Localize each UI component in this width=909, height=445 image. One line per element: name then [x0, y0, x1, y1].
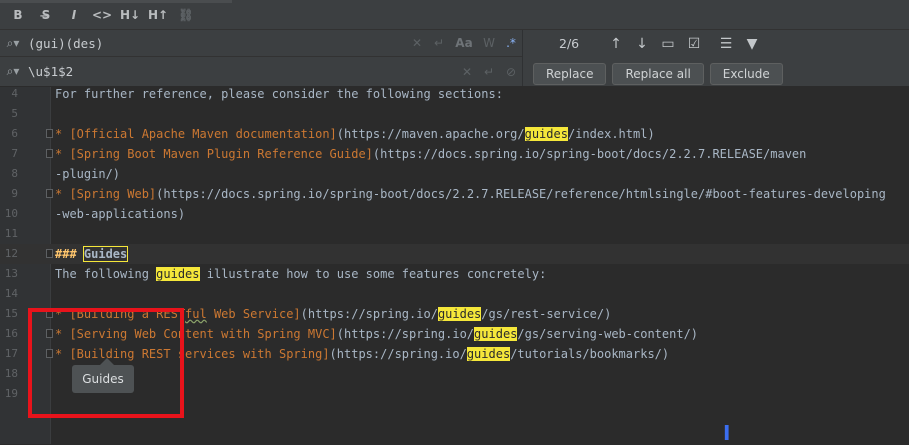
line-text: * [Spring Boot Maven Plugin Reference Gu… [55, 147, 807, 161]
search-input[interactable]: (gui)(des) [26, 36, 406, 51]
line-number: 13 [4, 267, 18, 280]
heading-decrease-button[interactable]: H↓ [118, 3, 142, 27]
navigation-icons: ↑ ↓ ▭ ☑ ☰ ▼ [605, 34, 763, 54]
replace-row: ⌕▾ \u$1$2 ✕ ↵ ⊘ [0, 58, 522, 85]
fold-marker-icon[interactable] [46, 189, 53, 198]
previous-occurrence-icon[interactable]: ↑ [605, 34, 627, 54]
bold-button[interactable]: B [6, 3, 30, 27]
line-number: 17 [4, 347, 18, 360]
words-icon[interactable]: W [478, 36, 500, 50]
replace-button[interactable]: Replace [533, 63, 607, 85]
text-cursor-icon: I [723, 421, 731, 445]
match-count: 2/6 [559, 36, 580, 51]
line-text: ### Guides [55, 246, 129, 262]
match-case-icon[interactable]: Aa [450, 36, 478, 50]
line-number: 12 [4, 247, 18, 260]
code-line[interactable]: 9 * [Spring Web](https://docs.spring.io/s… [0, 184, 909, 204]
replace-preview-tooltip: Guides [72, 358, 134, 393]
line-number: 11 [4, 227, 18, 240]
exclude-button[interactable]: Exclude [709, 63, 783, 85]
tooltip-arrow [100, 358, 114, 365]
find-replace-panel: ⌕▾ (gui)(des) ✕ ↵ Aa W .* ⌕▾ \u$1$2 ✕ ↵ … [0, 30, 909, 87]
fold-marker-icon[interactable] [46, 149, 53, 158]
fold-marker-icon[interactable] [46, 249, 53, 258]
editor[interactable]: 4 For further reference, please consider … [0, 87, 909, 444]
line-number: 6 [11, 127, 18, 140]
find-actions: 2/6 ↑ ↓ ▭ ☑ ☰ ▼ Replace Replace all Excl… [523, 30, 909, 86]
code-line[interactable]: 11 [0, 224, 909, 244]
line-number: 9 [11, 187, 18, 200]
italic-button[interactable]: I [62, 3, 86, 27]
code-line[interactable]: 6 * [Official Apache Maven documentation]… [0, 124, 909, 144]
link-button[interactable]: ⛓ [174, 3, 198, 27]
next-occurrence-icon[interactable]: ↓ [631, 34, 653, 54]
line-text: * [Official Apache Maven documentation](… [55, 127, 655, 141]
fold-marker-icon[interactable] [46, 129, 53, 138]
code-line[interactable]: 13 The following guides illustrate how to… [0, 264, 909, 284]
line-text: -web-applications) [55, 207, 186, 221]
line-text: * [Spring Web](https://docs.spring.io/sp… [55, 187, 886, 201]
line-number: 10 [4, 207, 18, 220]
select-all-occurrences-icon[interactable]: ▭ [657, 34, 679, 54]
line-number: 19 [4, 387, 18, 400]
search-icon[interactable]: ⌕▾ [0, 36, 26, 51]
line-number: 18 [4, 367, 18, 380]
new-line-icon[interactable]: ↵ [478, 65, 500, 79]
toolbar-top-divider [0, 0, 232, 3]
regex-icon[interactable]: .* [500, 36, 522, 50]
search-row: ⌕▾ (gui)(des) ✕ ↵ Aa W .* [0, 30, 522, 57]
line-number: 5 [11, 107, 18, 120]
line-number: 16 [4, 327, 18, 340]
line-number: 14 [4, 287, 18, 300]
line-number: 15 [4, 307, 18, 320]
code-line[interactable]: 8 -plugin/) [0, 164, 909, 184]
list-icon[interactable]: ☰ [715, 34, 737, 54]
code-line[interactable]: 10 -web-applications) [0, 204, 909, 224]
line-text: The following guides illustrate how to u… [55, 267, 547, 281]
code-line[interactable]: 7 * [Spring Boot Maven Plugin Reference G… [0, 144, 909, 164]
code-line[interactable]: 14 [0, 284, 909, 304]
clear-icon[interactable]: ✕ [406, 36, 428, 50]
in-selection-icon[interactable]: ☑ [683, 34, 705, 54]
clear-icon[interactable]: ✕ [456, 65, 478, 79]
preserve-case-icon[interactable]: ⊘ [500, 65, 522, 79]
line-number: 4 [11, 87, 18, 100]
line-text: For further reference, please consider t… [55, 87, 503, 101]
code-line[interactable]: 12 ### Guides [0, 244, 909, 264]
replace-input[interactable]: \u$1$2 [26, 64, 456, 79]
markdown-toolbar: B S̶ I <> H↓ H↑ ⛓ [0, 0, 909, 30]
replace-all-button[interactable]: Replace all [612, 63, 704, 85]
new-line-icon[interactable]: ↵ [428, 36, 450, 50]
heading-increase-button[interactable]: H↑ [146, 3, 170, 27]
tooltip-text: Guides [82, 372, 124, 386]
strikethrough-button[interactable]: S̶ [34, 3, 58, 27]
line-number: 7 [11, 147, 18, 160]
search-icon[interactable]: ⌕▾ [0, 64, 26, 79]
line-number: 8 [11, 167, 18, 180]
code-line[interactable]: 4 For further reference, please consider … [0, 84, 909, 104]
filter-icon[interactable]: ▼ [741, 34, 763, 54]
line-text: -plugin/) [55, 167, 121, 181]
code-line[interactable]: 5 [0, 104, 909, 124]
code-button[interactable]: <> [90, 3, 114, 27]
